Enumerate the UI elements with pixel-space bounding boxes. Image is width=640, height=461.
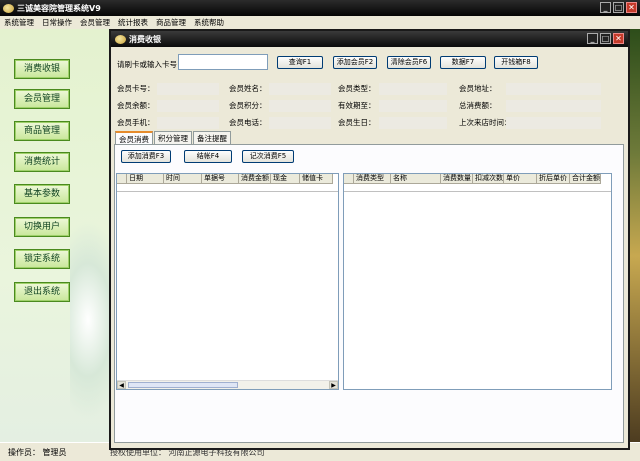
member-points-label: 会员积分： — [229, 101, 267, 110]
main-minimize-button[interactable]: _ — [600, 2, 611, 13]
card-input-label: 请刷卡或输入卡号 — [117, 60, 177, 69]
consume-items-grid[interactable]: 消费类型 名称 消费数量 扣减次数 单价 折后单价 合计金额 — [343, 173, 612, 390]
col-receipt-no[interactable]: 单据号 — [202, 174, 239, 184]
member-phone-value — [269, 117, 331, 129]
count-consume-button[interactable]: 记次消费F5 — [242, 150, 294, 163]
menu-help[interactable]: 系统帮助 — [194, 17, 224, 28]
member-expiry-label: 有效期至： — [338, 101, 376, 110]
consume-items-header: 消费类型 名称 消费数量 扣减次数 单价 折后单价 合计金额 — [344, 174, 601, 184]
member-name-value — [269, 83, 331, 95]
cashier-title-bar: 消费收银 _ □ ✕ — [111, 31, 628, 47]
member-birthday-label: 会员生日： — [338, 118, 376, 127]
member-birthday-value — [379, 117, 447, 129]
member-type-value — [379, 83, 447, 95]
sidebar-lock-button[interactable]: 锁定系统 — [14, 249, 70, 269]
clear-member-button[interactable]: 清除会员F6 — [387, 56, 431, 69]
sidebar-member-button[interactable]: 会员管理 — [14, 89, 70, 109]
main-maximize-button[interactable]: □ — [613, 2, 624, 13]
member-mobile-value — [157, 117, 219, 129]
col-quantity[interactable]: 消费数量 — [441, 174, 473, 184]
menu-bar: 系统管理 日常操作 会员管理 统计报表 商品管理 系统帮助 — [0, 16, 640, 29]
member-phone-label: 会员电话： — [229, 118, 267, 127]
left-grid-hscrollbar[interactable]: ◀ ▶ — [117, 380, 338, 389]
menu-goods[interactable]: 商品管理 — [156, 17, 186, 28]
sidebar-stats-button[interactable]: 消费统计 — [14, 152, 70, 172]
table-row[interactable] — [117, 184, 338, 192]
last-visit-label: 上次来店时间： — [459, 118, 512, 127]
app-logo-icon — [3, 3, 14, 13]
col-consume-type[interactable]: 消费类型 — [354, 174, 391, 184]
checkout-button[interactable]: 结帐F4 — [184, 150, 232, 163]
col-unit-price[interactable]: 单价 — [504, 174, 537, 184]
member-expiry-value — [379, 100, 447, 112]
member-balance-value — [157, 100, 219, 112]
sidebar-params-button[interactable]: 基本参数 — [14, 184, 70, 204]
col-amount[interactable]: 消费金额 — [239, 174, 271, 184]
card-number-input[interactable] — [178, 54, 268, 70]
menu-report[interactable]: 统计报表 — [118, 17, 148, 28]
open-cash-drawer-button[interactable]: 开钱箱F8 — [494, 56, 538, 69]
main-window-title: 三诚美容院管理系统V9 — [17, 3, 101, 13]
table-row[interactable] — [344, 184, 611, 192]
member-name-label: 会员姓名： — [229, 84, 267, 93]
member-total-spend-label: 总消费额： — [459, 101, 497, 110]
add-member-button[interactable]: 添加会员F2 — [333, 56, 377, 69]
data-button[interactable]: 数据F7 — [440, 56, 486, 69]
background-photo-strip — [630, 29, 640, 442]
consume-records-header: 日期 时间 单据号 消费金额 现金 储值卡 — [117, 174, 333, 184]
sidebar-goods-button[interactable]: 商品管理 — [14, 121, 70, 141]
member-total-spend-value — [506, 100, 601, 112]
member-address-label: 会员地址： — [459, 84, 497, 93]
sidebar-exit-button[interactable]: 退出系统 — [14, 282, 70, 302]
add-consume-button[interactable]: 添加消费F3 — [121, 150, 171, 163]
col-stored-value-card[interactable]: 储值卡 — [300, 174, 333, 184]
main-close-button[interactable]: ✕ — [626, 2, 637, 13]
member-mobile-label: 会员手机： — [117, 118, 155, 127]
sidebar-cashier-button[interactable]: 消费收银 — [14, 59, 70, 79]
sidebar-switch-user-button[interactable]: 切换用户 — [14, 217, 70, 237]
scroll-left-icon[interactable]: ◀ — [117, 381, 126, 389]
main-title-bar: 三诚美容院管理系统V9 _ □ ✕ — [0, 0, 640, 16]
cashier-close-button[interactable]: ✕ — [613, 33, 624, 44]
member-address-value — [506, 83, 601, 95]
member-card-value — [157, 83, 219, 95]
cashier-window-icon — [115, 34, 126, 44]
scroll-right-icon[interactable]: ▶ — [329, 381, 338, 389]
cashier-window-title: 消费收银 — [129, 34, 161, 44]
col-discount-price[interactable]: 折后单价 — [537, 174, 570, 184]
last-visit-value — [506, 117, 601, 129]
menu-member[interactable]: 会员管理 — [80, 17, 110, 28]
grid-corner — [344, 174, 354, 184]
consume-records-grid[interactable]: 日期 时间 单据号 消费金额 现金 储值卡 ◀ ▶ — [116, 173, 339, 390]
member-type-label: 会员类型： — [338, 84, 376, 93]
grid-corner — [117, 174, 127, 184]
col-cash[interactable]: 现金 — [271, 174, 300, 184]
scroll-thumb[interactable] — [128, 382, 238, 388]
menu-daily[interactable]: 日常操作 — [42, 17, 72, 28]
query-button[interactable]: 查询F1 — [277, 56, 323, 69]
member-card-label: 会员卡号： — [117, 84, 155, 93]
cashier-minimize-button[interactable]: _ — [587, 33, 598, 44]
col-time[interactable]: 时间 — [164, 174, 202, 184]
col-name[interactable]: 名称 — [391, 174, 441, 184]
col-date[interactable]: 日期 — [127, 174, 164, 184]
cashier-maximize-button[interactable]: □ — [600, 33, 611, 44]
cashier-window: 消费收银 _ □ ✕ 请刷卡或输入卡号 查询F1 添加会员F2 清除会员F6 数… — [109, 29, 630, 450]
member-balance-label: 会员余额： — [117, 101, 155, 110]
member-consume-panel: 添加消费F3 结帐F4 记次消费F5 日期 时间 单据号 消费金额 现金 储值卡… — [114, 144, 624, 443]
col-deduct-times[interactable]: 扣减次数 — [473, 174, 504, 184]
menu-system[interactable]: 系统管理 — [4, 17, 34, 28]
col-total[interactable]: 合计金额 — [570, 174, 601, 184]
operator-status: 操作员： 管理员 — [8, 447, 67, 457]
member-points-value — [269, 100, 331, 112]
